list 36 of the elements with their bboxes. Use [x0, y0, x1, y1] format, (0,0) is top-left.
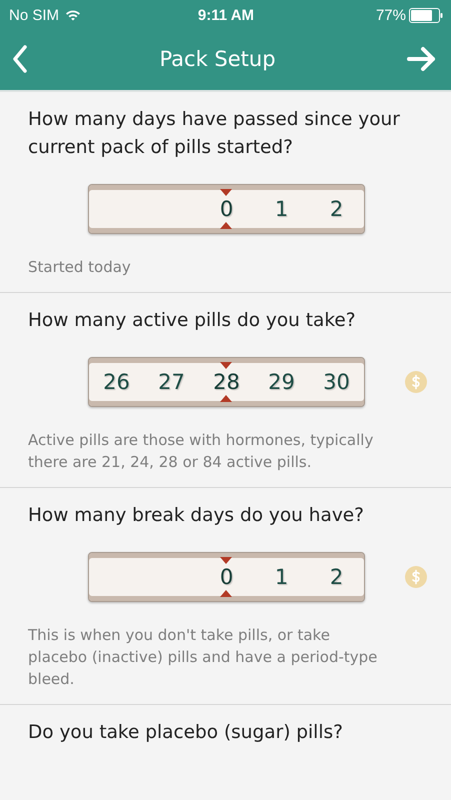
marker-up-icon: [220, 590, 232, 597]
number-picker[interactable]: 0 1 2: [88, 184, 365, 234]
marker-down-icon: [220, 557, 232, 564]
picker-value[interactable]: 26: [103, 370, 130, 394]
marker-up-icon: [220, 395, 232, 402]
chevron-left-icon: [12, 45, 28, 73]
wifi-icon: [65, 9, 82, 21]
picker-value[interactable]: 2: [330, 565, 344, 589]
picker-value[interactable]: 27: [158, 370, 185, 394]
battery-icon: [408, 8, 443, 22]
picker-value[interactable]: 1: [274, 197, 288, 221]
carrier-label: No SIM: [9, 6, 60, 24]
marker-down-icon: [220, 189, 232, 196]
picker-value[interactable]: 1: [274, 565, 288, 589]
picker-value[interactable]: 0: [220, 197, 234, 221]
battery-percent: 77%: [376, 6, 406, 24]
back-button[interactable]: [10, 43, 30, 75]
picker-value[interactable]: 0: [220, 565, 234, 589]
number-picker[interactable]: 0 1 2: [88, 552, 365, 602]
status-time: 9:11 AM: [198, 6, 254, 24]
picker-value[interactable]: 30: [323, 370, 350, 394]
picker-value[interactable]: 29: [268, 370, 295, 394]
hint-text: Active pills are those with hormones, typically there are 21, 24, 28 or 84 active pills.: [28, 430, 374, 473]
question-text: How many days have passed since your current pack of pills started?: [28, 108, 401, 160]
screen-title: Pack Setup: [159, 47, 276, 71]
question-text: How many active pills do you take?: [28, 309, 357, 333]
picker-value[interactable]: 28: [213, 370, 240, 394]
marker-down-icon: [220, 362, 232, 369]
question-text: Do you take placebo (sugar) pills?: [28, 721, 344, 745]
question-text: How many break days do you have?: [28, 504, 365, 528]
number-picker[interactable]: 26 27 28 29 30: [88, 357, 365, 407]
picker-value[interactable]: 2: [330, 197, 344, 221]
arrow-right-icon: [406, 46, 437, 72]
hint-text: Started today: [28, 257, 132, 278]
marker-up-icon: [220, 222, 232, 229]
hint-text: This is when you don't take pills, or take placebo (inactive) pills and have a period-type bleed.: [28, 625, 378, 690]
